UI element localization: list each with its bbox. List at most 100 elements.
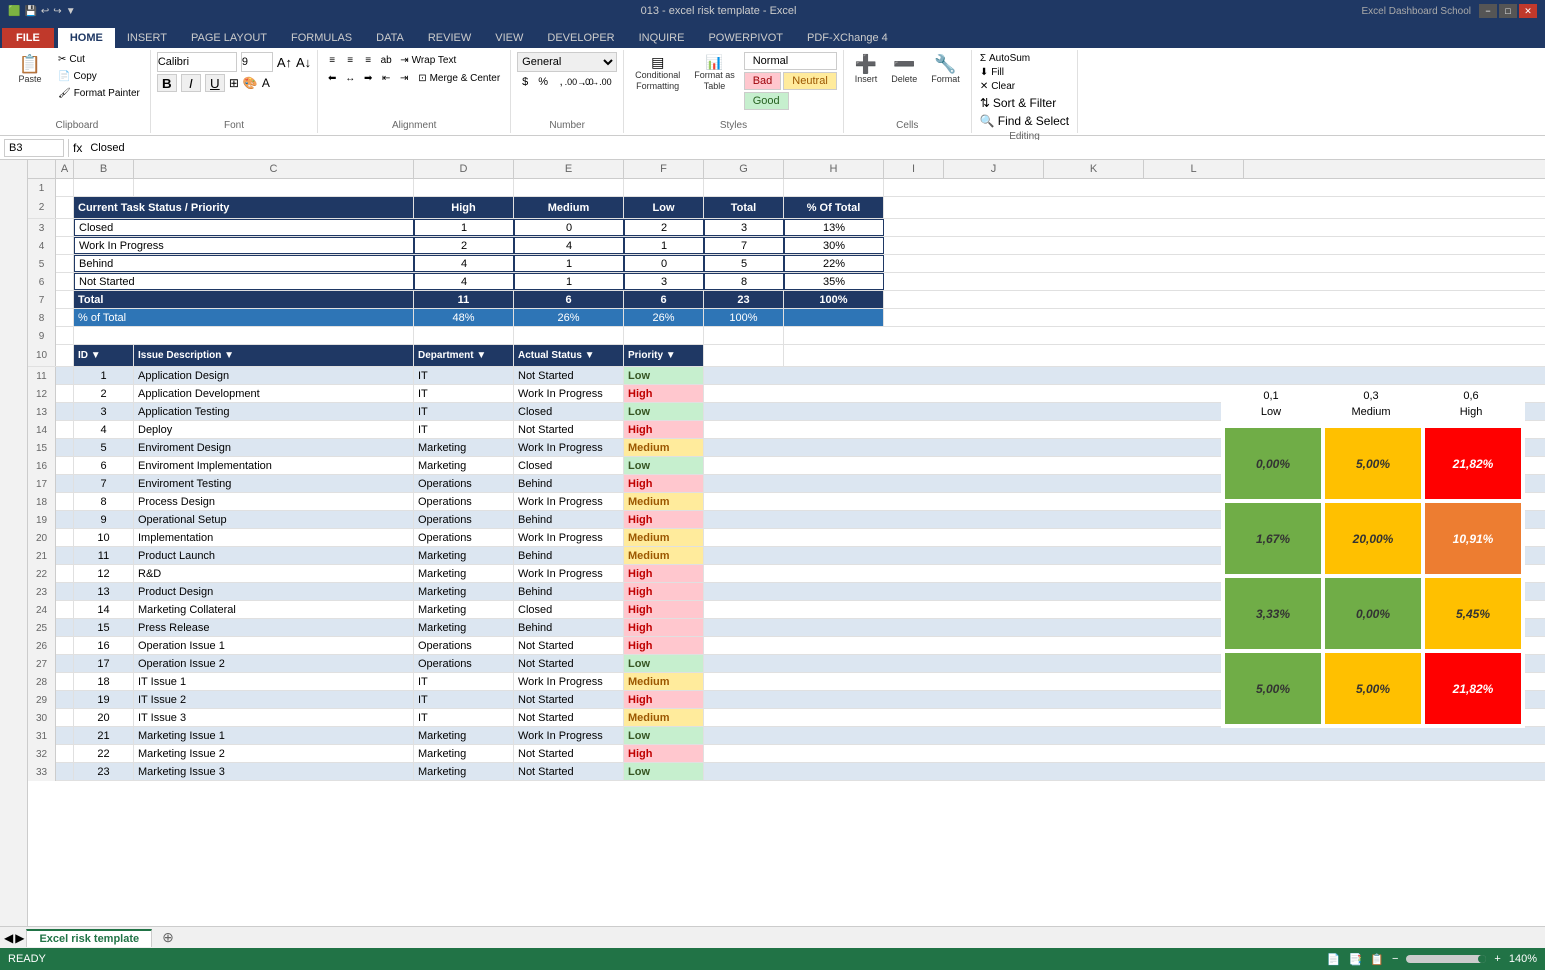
fill-button[interactable]: ⬇ Fill [978,66,1032,79]
cell-status-17[interactable]: Behind [514,475,624,492]
cell-e3[interactable]: 0 [514,219,624,236]
cell-desc-22[interactable]: R&D [134,565,414,582]
font-color-icon[interactable]: A [262,76,270,90]
percent-button[interactable]: % [535,74,551,90]
cell-a19[interactable] [56,511,74,528]
cell-dept-14[interactable]: IT [414,421,514,438]
cell-status-20[interactable]: Work In Progress [514,529,624,546]
format-table-button[interactable]: 📊 Format as Table [689,52,740,94]
rownum-18[interactable]: 18 [28,493,56,511]
cell-id-13[interactable]: 3 [74,403,134,420]
cell-a21[interactable] [56,547,74,564]
cell-id-32[interactable]: 22 [74,745,134,762]
cell-status-18[interactable]: Work In Progress [514,493,624,510]
increase-indent-button[interactable]: ⇥ [396,70,412,86]
cell-e8[interactable]: 26% [514,309,624,326]
cell-c10-desc[interactable]: Issue Description ▼ [134,345,414,366]
rownum-15[interactable]: 15 [28,439,56,457]
col-j-header[interactable]: J [944,160,1044,178]
cell-c2-header[interactable]: Current Task Status / Priority [74,197,414,218]
cell-status-11[interactable]: Not Started [514,367,624,384]
autosum-button[interactable]: Σ AutoSum [978,52,1032,65]
restore-button[interactable]: □ [1499,4,1517,18]
rownum-20[interactable]: 20 [28,529,56,547]
cell-a4[interactable] [56,237,74,254]
cell-a33[interactable] [56,763,74,780]
cell-a2[interactable] [56,197,74,218]
cell-dept-28[interactable]: IT [414,673,514,690]
cell-id-18[interactable]: 8 [74,493,134,510]
rownum-10[interactable]: 10 [28,345,56,366]
cell-id-12[interactable]: 2 [74,385,134,402]
cell-priority-13[interactable]: Low [624,403,704,420]
cell-status-19[interactable]: Behind [514,511,624,528]
cell-d6[interactable]: 4 [414,273,514,290]
cell-a16[interactable] [56,457,74,474]
cell-a12[interactable] [56,385,74,402]
cell-g5[interactable]: 5 [704,255,784,272]
cell-desc-27[interactable]: Operation Issue 2 [134,655,414,672]
cell-priority-17[interactable]: High [624,475,704,492]
rownum-31[interactable]: 31 [28,727,56,745]
cell-priority-22[interactable]: High [624,565,704,582]
cell-status-16[interactable]: Closed [514,457,624,474]
cell-g7[interactable]: 23 [704,291,784,308]
cell-id-19[interactable]: 9 [74,511,134,528]
cell-d3[interactable]: 1 [414,219,514,236]
cell-f6[interactable]: 3 [624,273,704,290]
rownum-9[interactable]: 9 [28,327,56,345]
cell-priority-23[interactable]: High [624,583,704,600]
cell-priority-15[interactable]: Medium [624,439,704,456]
rownum-4[interactable]: 4 [28,237,56,255]
cell-g4[interactable]: 7 [704,237,784,254]
cell-dept-25[interactable]: Marketing [414,619,514,636]
col-c-header[interactable]: C [134,160,414,178]
cell-status-26[interactable]: Not Started [514,637,624,654]
cell-a32[interactable] [56,745,74,762]
cell-desc-13[interactable]: Application Testing [134,403,414,420]
delete-button[interactable]: ➖ Delete [886,52,922,87]
cell-reference-input[interactable] [4,139,64,157]
rownum-1[interactable]: 1 [28,179,56,197]
cell-dept-27[interactable]: Operations [414,655,514,672]
cell-priority-18[interactable]: Medium [624,493,704,510]
cell-desc-15[interactable]: Enviroment Design [134,439,414,456]
cell-g8[interactable]: 100% [704,309,784,326]
cell-b1[interactable] [74,179,134,196]
cell-priority-20[interactable]: Medium [624,529,704,546]
rownum-7[interactable]: 7 [28,291,56,309]
cell-d5[interactable]: 4 [414,255,514,272]
col-k-header[interactable]: K [1044,160,1144,178]
tab-formulas[interactable]: FORMULAS [279,28,364,48]
rownum-12[interactable]: 12 [28,385,56,403]
col-g-header[interactable]: G [704,160,784,178]
cell-id-21[interactable]: 11 [74,547,134,564]
cell-a11[interactable] [56,367,74,384]
rownum-16[interactable]: 16 [28,457,56,475]
merge-center-button[interactable]: ⊡ Merge & Center [414,71,504,86]
cell-a17[interactable] [56,475,74,492]
formula-input[interactable] [86,140,1541,156]
col-f-header[interactable]: F [624,160,704,178]
cell-f2-header[interactable]: Low [624,197,704,218]
col-d-header[interactable]: D [414,160,514,178]
function-wizard-icon[interactable]: fx [73,141,82,155]
decrease-indent-button[interactable]: ⇤ [378,70,394,86]
cell-a8[interactable] [56,309,74,326]
cell-status-31[interactable]: Work In Progress [514,727,624,744]
italic-button[interactable]: I [181,74,201,92]
col-l-header[interactable]: L [1144,160,1244,178]
cell-a3[interactable] [56,219,74,236]
cell-a24[interactable] [56,601,74,618]
cell-e4[interactable]: 4 [514,237,624,254]
cell-priority-16[interactable]: Low [624,457,704,474]
rownum-25[interactable]: 25 [28,619,56,637]
cell-id-20[interactable]: 10 [74,529,134,546]
conditional-formatting-button[interactable]: ▤ Conditional Formatting [630,52,685,94]
rownum-28[interactable]: 28 [28,673,56,691]
tab-inquire[interactable]: INQUIRE [627,28,697,48]
cell-desc-21[interactable]: Product Launch [134,547,414,564]
cell-desc-30[interactable]: IT Issue 3 [134,709,414,726]
cell-a10[interactable] [56,345,74,366]
rownum-17[interactable]: 17 [28,475,56,493]
